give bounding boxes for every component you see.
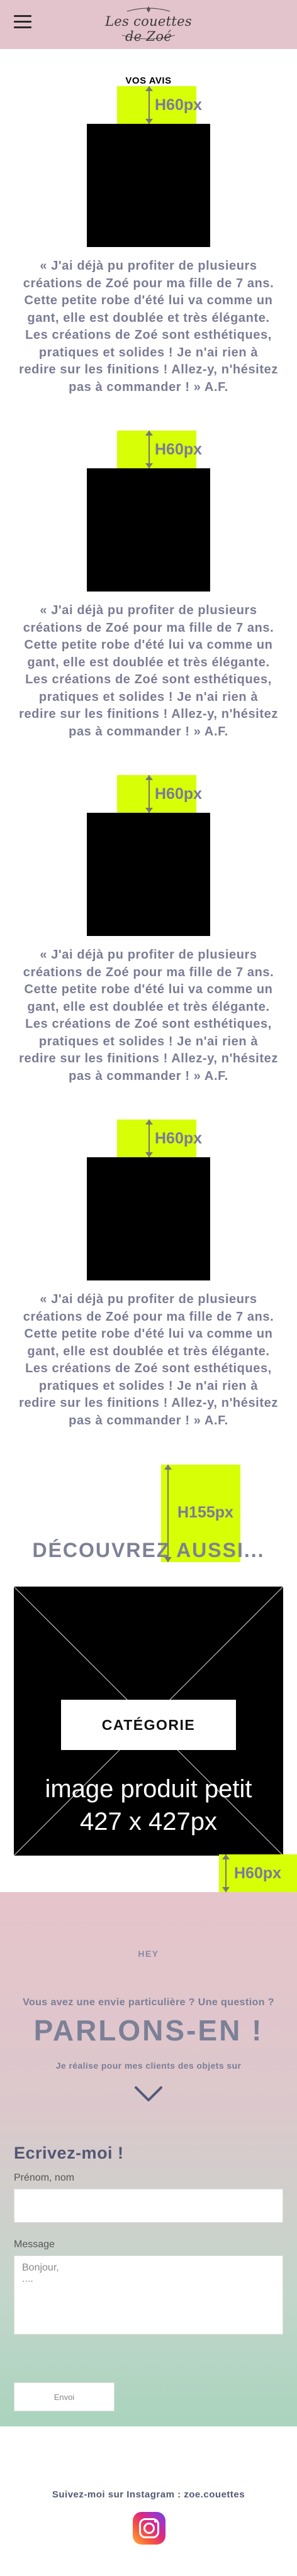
send-button[interactable]: Envoi: [14, 2382, 115, 2411]
review-image: [87, 813, 210, 936]
name-label: Prénom, nom: [14, 2172, 75, 2183]
spacer-label: H60px: [155, 785, 203, 803]
spacer-label: H60px: [155, 1130, 203, 1147]
review-image: [87, 124, 210, 247]
review-text: « J'ai déjà pu profiter de plusieurs cré…: [19, 603, 278, 739]
site-header: Les couettes de Zoé: [0, 0, 297, 49]
contact-subline: Je réalise pour mes clients des objets s…: [55, 2061, 242, 2071]
name-field[interactable]: [14, 2189, 283, 2223]
instagram-follow-text: Suivez-moi sur Instagram : zoe.couettes: [52, 2489, 245, 2500]
spacer-label: H60px: [234, 1864, 282, 1882]
spacer-label: H155px: [177, 1504, 233, 1521]
message-label: Message: [14, 2239, 55, 2250]
review-image: [87, 1157, 210, 1280]
spacer-marker: H60px: [117, 86, 202, 124]
contact-eyebrow: HEY: [138, 1949, 159, 1959]
logo-text: Les couettes de Zoé: [105, 14, 192, 44]
review-image: [87, 468, 210, 592]
contact-question: Vous avez une envie particulière ? Une q…: [23, 1997, 274, 2008]
instagram-icon[interactable]: [133, 2512, 165, 2545]
review-text: « J'ai déjà pu profiter de plusieurs cré…: [19, 1292, 278, 1428]
spacer-label: H60px: [155, 96, 203, 114]
placeholder-line-1: image produit petit: [45, 1775, 252, 1803]
message-field[interactable]: [14, 2255, 283, 2335]
site-logo[interactable]: Les couettes de Zoé: [104, 4, 193, 44]
placeholder-line-2: 427 x 427px: [80, 1808, 217, 1836]
chevron-down-icon[interactable]: [133, 2083, 164, 2104]
placeholder-text: image produit petit 427 x 427px: [14, 1773, 283, 1838]
form-title: Ecrivez-moi !: [14, 2144, 124, 2162]
spacer-marker: H60px: [117, 1120, 202, 1157]
contact-headline: PARLONS-EN !: [33, 2014, 264, 2047]
review-text: « J'ai déjà pu profiter de plusieurs cré…: [19, 259, 278, 394]
page: Les couettes de Zoé VOS AVIS H60px « J'a…: [0, 0, 297, 2576]
contact-section: HEY Vous avez une envie particulière ? U…: [0, 1892, 297, 2426]
reviews-title: VOS AVIS: [125, 75, 172, 86]
category-button[interactable]: CATÉGORIE: [61, 1700, 236, 1750]
spacer-marker: H60px: [219, 1854, 297, 1892]
menu-icon[interactable]: [14, 15, 31, 29]
spacer-marker: H60px: [117, 431, 202, 468]
discover-title: DÉCOUVREZ AUSSI...: [32, 1539, 265, 1561]
category-card[interactable]: CATÉGORIE image produit petit 427 x 427p…: [14, 1587, 283, 1856]
review-text: « J'ai déjà pu profiter de plusieurs cré…: [19, 948, 278, 1083]
spacer-marker: H60px: [117, 775, 202, 813]
spacer-label: H60px: [155, 441, 203, 458]
